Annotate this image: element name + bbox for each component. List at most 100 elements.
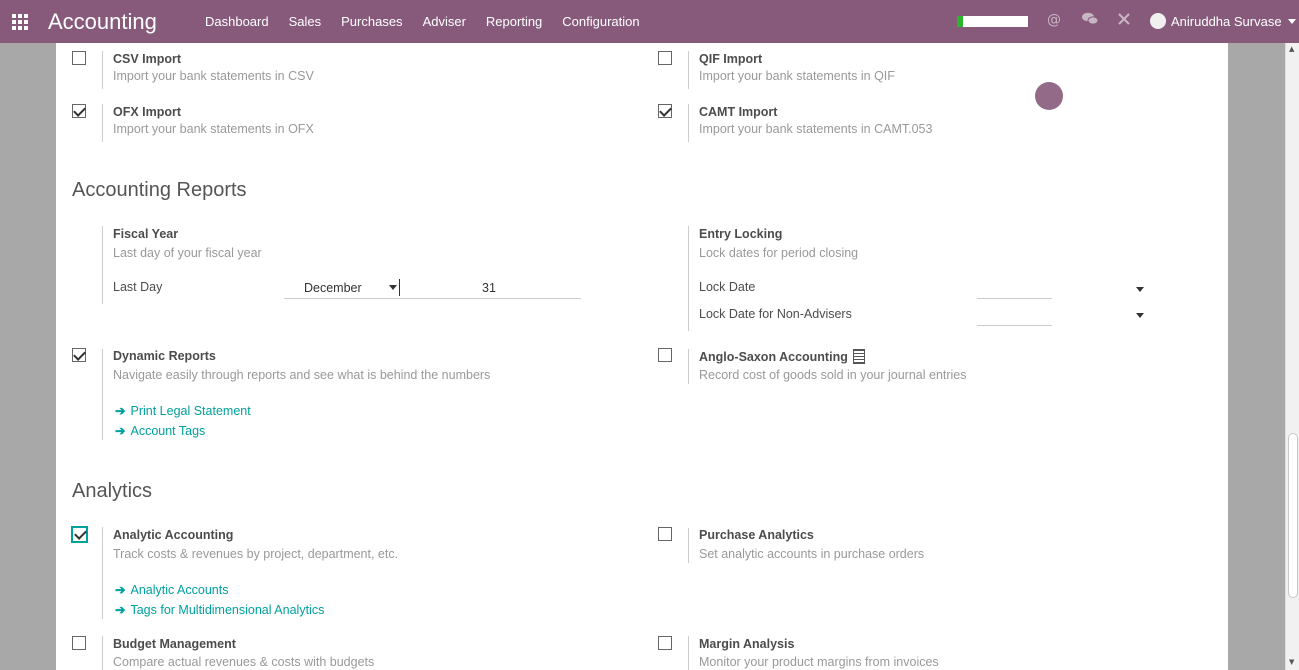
ofx-import-desc: Import your bank statements in OFX — [113, 122, 314, 136]
fiscal-day-input[interactable]: 31 — [482, 281, 496, 295]
menu-purchases[interactable]: Purchases — [341, 14, 402, 29]
mention-icon[interactable]: @ — [1047, 12, 1061, 28]
anglo-saxon-title: Anglo-Saxon Accounting — [699, 349, 865, 364]
ofx-import-title: OFX Import — [113, 105, 182, 119]
arrow-right-icon: ➔ — [115, 404, 126, 418]
purchase-analytics-checkbox[interactable] — [658, 527, 672, 541]
scroll-down-icon[interactable]: ▼ — [1289, 658, 1294, 666]
analytic-accounts-link[interactable]: ➔ Analytic Accounts — [115, 582, 228, 597]
margin-analysis-checkbox[interactable] — [658, 636, 672, 650]
link-label: Account Tags — [130, 424, 206, 438]
print-legal-statement-link[interactable]: ➔ Print Legal Statement — [115, 403, 251, 418]
budget-management-checkbox[interactable] — [72, 636, 86, 650]
ledger-icon — [852, 349, 865, 364]
chevron-down-icon — [1287, 18, 1296, 24]
main-menu: Dashboard Sales Purchases Adviser Report… — [195, 14, 650, 29]
link-label: Print Legal Statement — [130, 404, 251, 418]
qif-import-desc: Import your bank statements in QIF — [699, 69, 895, 83]
divider — [102, 527, 103, 619]
field-underline — [284, 298, 400, 299]
chevron-down-icon — [389, 285, 397, 290]
fiscal-year-desc: Last day of your fiscal year — [113, 246, 262, 260]
app-title: Accounting — [48, 9, 157, 34]
divider — [102, 226, 103, 304]
anglo-saxon-checkbox[interactable] — [658, 348, 672, 362]
vertical-scrollbar[interactable]: ▲ ▼ — [1285, 43, 1299, 670]
lock-date-input[interactable] — [977, 298, 1052, 299]
menu-adviser[interactable]: Adviser — [423, 14, 466, 29]
menu-sales[interactable]: Sales — [289, 14, 322, 29]
lock-date-non-advisers-label: Lock Date for Non-Advisers — [699, 307, 852, 321]
multidimensional-tags-link[interactable]: ➔ Tags for Multidimensional Analytics — [115, 602, 324, 617]
divider — [102, 51, 103, 89]
menu-dashboard[interactable]: Dashboard — [205, 14, 269, 29]
margin-analysis-title: Margin Analysis — [699, 637, 795, 651]
chevron-down-icon[interactable] — [1136, 287, 1144, 292]
dynamic-reports-desc: Navigate easily through reports and see … — [113, 368, 491, 382]
settings-sheet: CSV Import Import your bank statements i… — [56, 43, 1228, 670]
user-name: Aniruddha Survase — [1171, 13, 1282, 29]
month-select-toggle[interactable] — [388, 279, 400, 296]
csv-import-desc: Import your bank statements in CSV — [113, 69, 314, 83]
purchase-analytics-desc: Set analytic accounts in purchase orders — [699, 547, 925, 561]
csv-import-title: CSV Import — [113, 52, 182, 66]
analytics-heading: Analytics — [72, 480, 153, 502]
last-day-label: Last Day — [113, 280, 163, 294]
divider — [688, 528, 689, 563]
user-menu[interactable]: Aniruddha Survase — [1150, 13, 1296, 29]
analytic-accounting-desc: Track costs & revenues by project, depar… — [113, 547, 399, 561]
link-label: Tags for Multidimensional Analytics — [130, 603, 325, 617]
menu-configuration[interactable]: Configuration — [562, 14, 639, 29]
ofx-import-checkbox[interactable] — [72, 104, 86, 118]
purchase-analytics-title: Purchase Analytics — [699, 528, 814, 542]
link-label: Analytic Accounts — [130, 583, 229, 597]
entry-locking-title: Entry Locking — [699, 227, 783, 241]
accounting-reports-heading: Accounting Reports — [72, 179, 247, 201]
camt-import-desc: Import your bank statements in CAMT.053 — [699, 122, 933, 136]
field-underline — [400, 298, 581, 299]
lock-date-non-advisers-input[interactable] — [977, 325, 1052, 326]
fiscal-year-title: Fiscal Year — [113, 227, 179, 241]
divider — [688, 349, 689, 384]
chat-icon[interactable] — [1081, 12, 1099, 30]
analytic-accounting-checkbox[interactable] — [71, 526, 88, 543]
anglo-saxon-label: Anglo-Saxon Accounting — [699, 350, 848, 364]
top-navbar: Accounting Dashboard Sales Purchases Adv… — [0, 0, 1299, 43]
menu-reporting[interactable]: Reporting — [486, 14, 542, 29]
budget-management-desc: Compare actual revenues & costs with bud… — [113, 655, 375, 669]
divider — [688, 636, 689, 670]
arrow-right-icon: ➔ — [115, 424, 126, 438]
divider — [102, 104, 103, 142]
apps-grid-icon[interactable] — [12, 14, 30, 30]
arrow-right-icon: ➔ — [115, 603, 126, 617]
divider — [688, 104, 689, 142]
lock-date-label: Lock Date — [699, 280, 756, 294]
onboarding-progress-bar[interactable] — [957, 16, 1028, 27]
qif-import-checkbox[interactable] — [658, 51, 672, 65]
fiscal-month-select[interactable]: December — [304, 281, 362, 295]
dynamic-reports-title: Dynamic Reports — [113, 349, 216, 363]
camt-import-checkbox[interactable] — [658, 104, 672, 118]
csv-import-checkbox[interactable] — [72, 51, 86, 65]
budget-management-title: Budget Management — [113, 637, 236, 651]
progress-fill — [957, 16, 963, 27]
anglo-saxon-desc: Record cost of goods sold in your journa… — [699, 368, 967, 382]
divider — [688, 51, 689, 89]
entry-locking-desc: Lock dates for period closing — [699, 246, 859, 260]
margin-analysis-desc: Monitor your product margins from invoic… — [699, 655, 939, 669]
divider — [102, 636, 103, 670]
divider — [688, 226, 689, 331]
scrollbar-thumb[interactable] — [1288, 433, 1298, 598]
debug-tools-icon[interactable] — [1117, 12, 1131, 30]
divider — [102, 349, 103, 440]
analytic-accounting-title: Analytic Accounting — [113, 528, 234, 542]
camt-import-title: CAMT Import — [699, 105, 778, 119]
qif-import-title: QIF Import — [699, 52, 763, 66]
arrow-right-icon: ➔ — [115, 583, 126, 597]
avatar — [1150, 13, 1166, 29]
chevron-down-icon[interactable] — [1136, 313, 1144, 318]
dynamic-reports-checkbox[interactable] — [72, 348, 86, 362]
scroll-up-icon[interactable]: ▲ — [1289, 45, 1294, 53]
click-indicator — [1035, 82, 1063, 110]
account-tags-link[interactable]: ➔ Account Tags — [115, 423, 205, 438]
